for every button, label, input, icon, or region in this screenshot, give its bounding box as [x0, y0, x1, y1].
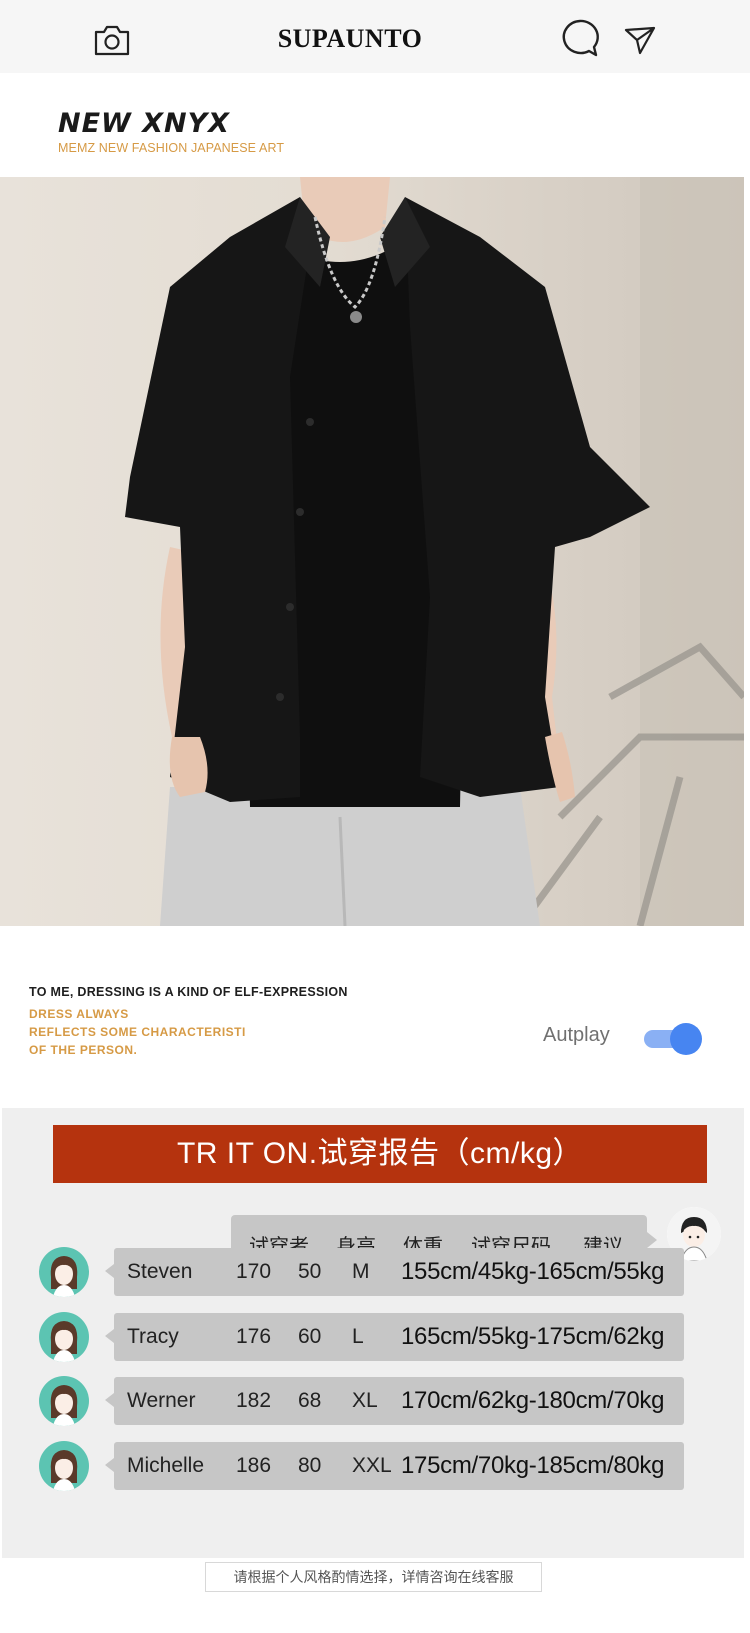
row-height: 182: [236, 1389, 272, 1412]
avatar: [39, 1376, 89, 1426]
table-row: Steven 170 50 M 155cm/45kg-165cm/55kg: [39, 1247, 689, 1303]
quote-line-1: TO ME, DRESSING IS A KIND OF ELF-EXPRESS…: [29, 985, 348, 999]
row-weight: 80: [298, 1454, 322, 1477]
toggle-knob[interactable]: [670, 1023, 702, 1055]
bubble-tail: [105, 1458, 114, 1472]
quote-line-2b: REFLECTS SOME CHARACTERISTI: [29, 1025, 246, 1039]
row-bubble: Werner 182 68 XL 170cm/62kg-180cm/70kg: [114, 1377, 684, 1425]
autoplay-label: Autplay: [543, 1024, 610, 1046]
girl-avatar-icon: [50, 1256, 78, 1297]
girl-avatar-icon: [50, 1385, 78, 1426]
row-size: M: [352, 1260, 370, 1283]
brand-subtitle: MEMZ NEW FASHION JAPANESE ART: [58, 141, 285, 155]
tryon-section: TR IT ON.试穿报告（cm/kg） 试穿者 身高 体重 试穿尺码 建议 S…: [2, 1108, 744, 1558]
row-height: 186: [236, 1454, 272, 1477]
brand-name: NEW XNYX: [58, 108, 231, 139]
row-suggestion: 175cm/70kg-185cm/80kg: [401, 1452, 665, 1479]
autoplay-toggle[interactable]: [642, 1021, 702, 1055]
table-row: Werner 182 68 XL 170cm/62kg-180cm/70kg: [39, 1376, 689, 1432]
table-row: Tracy 176 60 L 165cm/55kg-175cm/62kg: [39, 1312, 689, 1368]
avatar: [39, 1441, 89, 1491]
bubble-tail: [105, 1264, 114, 1278]
table-row: Michelle 186 80 XXL 175cm/70kg-185cm/80k…: [39, 1441, 689, 1497]
avatar: [39, 1312, 89, 1362]
row-size: XXL: [352, 1454, 392, 1477]
quote-block: TO ME, DRESSING IS A KIND OF ELF-EXPRESS…: [29, 985, 348, 1059]
row-suggestion: 170cm/62kg-180cm/70kg: [401, 1387, 665, 1414]
row-weight: 60: [298, 1325, 322, 1348]
bubble-tail: [105, 1393, 114, 1407]
row-size: L: [352, 1325, 364, 1348]
row-name: Steven: [127, 1260, 193, 1283]
bubble-tail: [105, 1329, 114, 1343]
quote-line-2: DRESS ALWAYS REFLECTS SOME CHARACTERISTI…: [29, 1005, 348, 1059]
row-size: XL: [352, 1389, 378, 1412]
top-bar: SUPAUNTO: [0, 0, 750, 73]
row-suggestion: 165cm/55kg-175cm/62kg: [401, 1323, 665, 1350]
row-suggestion: 155cm/45kg-165cm/55kg: [401, 1258, 665, 1285]
girl-avatar-icon: [50, 1450, 78, 1491]
send-icon[interactable]: [624, 24, 656, 56]
avatar: [39, 1247, 89, 1297]
row-height: 170: [236, 1260, 272, 1283]
product-photo: [0, 177, 744, 926]
row-height: 176: [236, 1325, 272, 1348]
girl-avatar-icon: [50, 1321, 78, 1362]
quote-line-2c: OF THE PERSON.: [29, 1043, 138, 1057]
footer-note: 请根据个人风格酌情选择，详情咨询在线客服: [205, 1562, 542, 1592]
brand-block: NEW XNYX MEMZ NEW FASHION JAPANESE ART: [58, 108, 284, 155]
tryon-banner: TR IT ON.试穿报告（cm/kg）: [53, 1125, 707, 1183]
row-name: Werner: [127, 1389, 196, 1412]
row-bubble: Michelle 186 80 XXL 175cm/70kg-185cm/80k…: [114, 1442, 684, 1490]
row-weight: 68: [298, 1389, 322, 1412]
row-weight: 50: [298, 1260, 322, 1283]
row-bubble: Tracy 176 60 L 165cm/55kg-175cm/62kg: [114, 1313, 684, 1361]
row-name: Michelle: [127, 1454, 205, 1477]
row-name: Tracy: [127, 1325, 179, 1348]
product-illustration: [125, 177, 744, 926]
row-bubble: Steven 170 50 M 155cm/45kg-165cm/55kg: [114, 1248, 684, 1296]
quote-line-2a: DRESS ALWAYS: [29, 1007, 129, 1021]
header-bubble-tail: [647, 1232, 657, 1248]
chat-bubble-icon[interactable]: [560, 18, 600, 58]
